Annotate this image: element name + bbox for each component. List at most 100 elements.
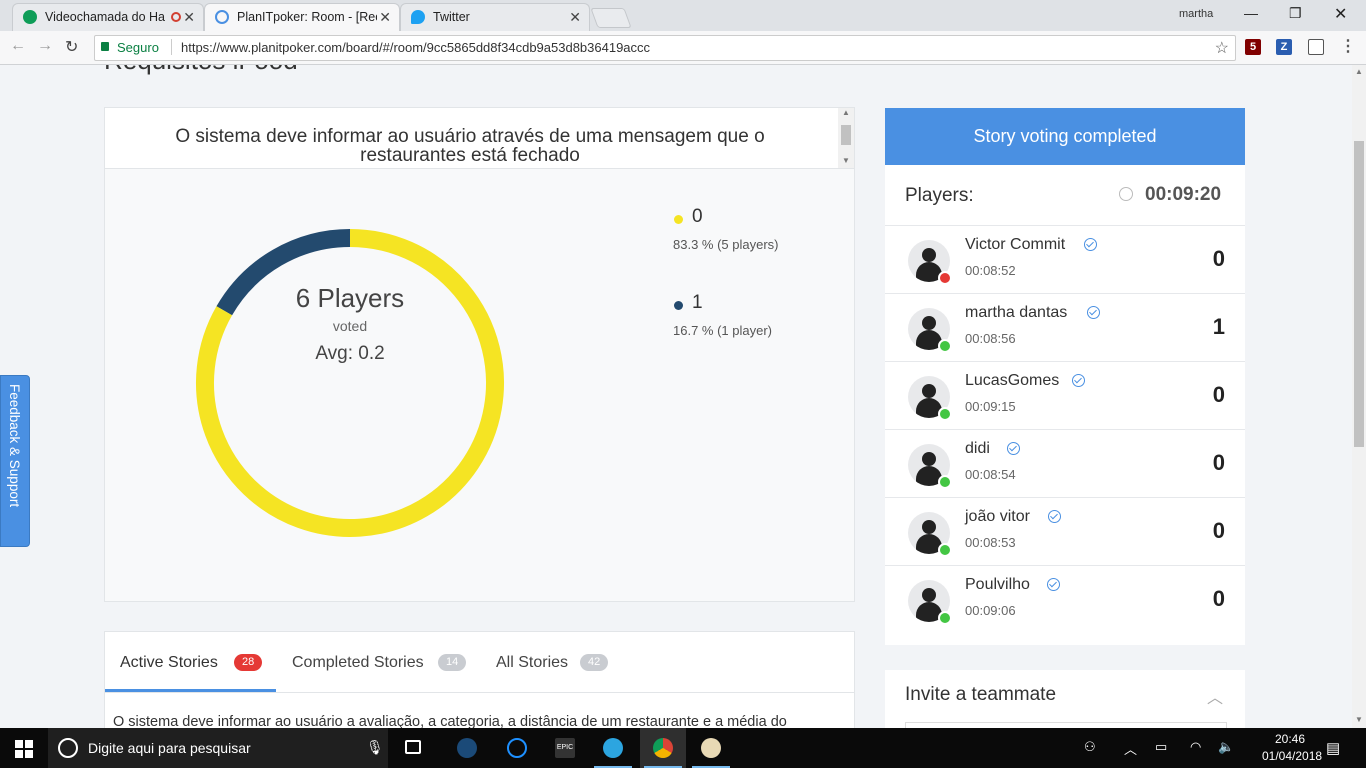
current-story-card: O sistema deve informar ao usuário atrav… [104, 107, 855, 602]
search-placeholder: Digite aqui para pesquisar [88, 740, 251, 756]
bookmark-star-icon[interactable]: ☆ [1215, 38, 1229, 58]
story-list-item[interactable]: O sistema deve informar ao usuário a ava… [113, 714, 787, 728]
restore-icon[interactable]: ❐ [1289, 5, 1302, 22]
windows-start-icon[interactable] [15, 740, 33, 758]
room-title: Requisitos iFood [104, 65, 298, 76]
player-vote-time: 00:08:56 [965, 331, 1016, 346]
check-icon [1087, 306, 1100, 319]
new-tab-button[interactable] [590, 8, 632, 28]
url-text[interactable]: https://www.planitpoker.com/board/#/room… [181, 40, 650, 55]
browser-toolbar: ← → ↻ Seguro https://www.planitpoker.com… [0, 31, 1366, 65]
players-panel: Players: 00:09:20 Victor Commit 00:08:52… [885, 165, 1245, 645]
chevron-up-icon[interactable]: ︿ [1124, 739, 1137, 758]
player-name: joão vitor [965, 508, 1030, 525]
legend-percent: 83.3 % (5 players) [673, 237, 779, 252]
paint-icon[interactable] [688, 728, 734, 768]
volume-icon[interactable]: 🔈 [1218, 739, 1234, 755]
player-vote: 1 [1212, 314, 1225, 339]
steam-icon[interactable] [444, 728, 490, 768]
chrome-icon[interactable] [640, 728, 686, 768]
all-stories-badge: 42 [580, 654, 609, 671]
close-tab-icon[interactable]: ✕ [379, 9, 391, 26]
invite-panel: Invite a teammate ︿ [885, 670, 1245, 728]
voting-timer: 00:09:20 [1145, 184, 1222, 205]
feedback-label: Feedback & Support [7, 384, 22, 508]
chevron-up-icon[interactable]: ︿ [1207, 684, 1223, 708]
status-online-icon [938, 611, 952, 625]
browser-tab-twitter[interactable]: Twitter ✕ [400, 3, 590, 31]
story-title: O sistema deve informar ao usuário atrav… [175, 126, 765, 166]
bulb-icon[interactable] [1308, 39, 1324, 55]
page-content: Requisitos iFood O sistema deve informar… [0, 65, 1352, 728]
stories-panel: Active Stories 28 Completed Stories 14 A… [104, 631, 855, 728]
player-vote: 0 [1212, 450, 1225, 475]
player-row: LucasGomes 00:09:15 0 [885, 361, 1245, 430]
tab-label: PlanITpoker: Room - [Rec [237, 10, 377, 24]
battlenet-icon[interactable] [494, 728, 540, 768]
tab-all-stories[interactable]: All Stories [496, 654, 568, 672]
close-tab-icon[interactable]: ✕ [569, 9, 581, 26]
tab-label: Videochamada do Ha [45, 10, 165, 24]
telegram-icon[interactable] [590, 728, 636, 768]
player-row: joão vitor 00:08:53 0 [885, 497, 1245, 566]
scroll-thumb[interactable] [841, 125, 851, 145]
player-row: didi 00:08:54 0 [885, 429, 1245, 498]
minimize-icon[interactable]: — [1244, 5, 1258, 21]
story-scrollbar[interactable]: ▲ ▼ [838, 108, 854, 168]
player-vote: 0 [1212, 586, 1225, 611]
people-icon[interactable]: ⚇ [1084, 739, 1096, 755]
player-row: Poulvilho 00:09:06 0 [885, 565, 1245, 634]
taskbar-search[interactable]: Digite aqui para pesquisar 🎙 [48, 728, 388, 768]
browser-tab-planitpoker[interactable]: PlanITpoker: Room - [Rec ✕ [204, 3, 400, 31]
browser-tab-hangouts[interactable]: Videochamada do Ha ✕ [12, 3, 204, 31]
feedback-support-tab[interactable]: Feedback & Support [0, 375, 30, 547]
clock-icon [1119, 187, 1133, 201]
vote-average: Avg: 0.2 [315, 343, 385, 364]
check-icon [1084, 238, 1097, 251]
scroll-down-icon[interactable]: ▼ [842, 156, 850, 165]
legend-dot-1 [674, 301, 683, 310]
status-online-icon [938, 339, 952, 353]
player-name: LucasGomes [965, 372, 1060, 389]
scroll-thumb[interactable] [1354, 141, 1364, 447]
reload-icon[interactable]: ↻ [65, 37, 78, 57]
profile-name[interactable]: martha [1179, 8, 1213, 20]
status-online-icon [938, 543, 952, 557]
wifi-icon[interactable]: ◠ [1190, 739, 1201, 755]
scroll-down-icon[interactable]: ▼ [1355, 715, 1363, 724]
battery-icon[interactable]: ▭ [1155, 739, 1167, 755]
menu-icon[interactable]: ⋮ [1340, 39, 1356, 55]
check-icon [1048, 510, 1061, 523]
zotero-icon[interactable]: Z [1276, 39, 1292, 55]
taskbar: Digite aqui para pesquisar 🎙 EPIC ⚇ ︿ ▭ … [0, 728, 1366, 768]
status-online-icon [938, 475, 952, 489]
player-name: martha dantas [965, 304, 1068, 321]
close-window-icon[interactable]: ✕ [1334, 4, 1347, 24]
secure-label: Seguro [117, 40, 159, 55]
scroll-up-icon[interactable]: ▲ [1355, 67, 1363, 76]
tab-active-stories[interactable]: Active Stories [120, 654, 218, 672]
legend-value: 1 [692, 292, 703, 313]
task-view-icon[interactable] [392, 728, 438, 768]
player-name: didi [965, 440, 990, 457]
tab-completed-stories[interactable]: Completed Stories [292, 654, 424, 672]
ublock-icon[interactable]: 5 [1245, 39, 1261, 55]
clock-time[interactable]: 20:46 [1262, 732, 1318, 746]
completed-stories-badge: 14 [438, 654, 467, 671]
address-bar[interactable]: Seguro https://www.planitpoker.com/board… [94, 35, 1236, 61]
notifications-icon[interactable]: ▤ [1326, 739, 1340, 757]
close-tab-icon[interactable]: ✕ [183, 9, 195, 26]
forward-icon[interactable]: → [37, 37, 53, 55]
scroll-up-icon[interactable]: ▲ [842, 108, 850, 117]
player-vote-time: 00:09:15 [965, 399, 1016, 414]
player-vote: 0 [1212, 382, 1225, 407]
player-vote: 0 [1212, 518, 1225, 543]
player-row: martha dantas 00:08:56 1 [885, 293, 1245, 362]
check-icon [1007, 442, 1020, 455]
microphone-icon[interactable]: 🎙 [366, 739, 384, 756]
epic-games-icon[interactable]: EPIC [542, 728, 588, 768]
back-icon[interactable]: ← [10, 37, 26, 55]
clock-date[interactable]: 01/04/2018 [1262, 749, 1322, 763]
page-scrollbar[interactable]: ▲ ▼ [1352, 65, 1366, 728]
invite-heading: Invite a teammate [905, 684, 1057, 705]
